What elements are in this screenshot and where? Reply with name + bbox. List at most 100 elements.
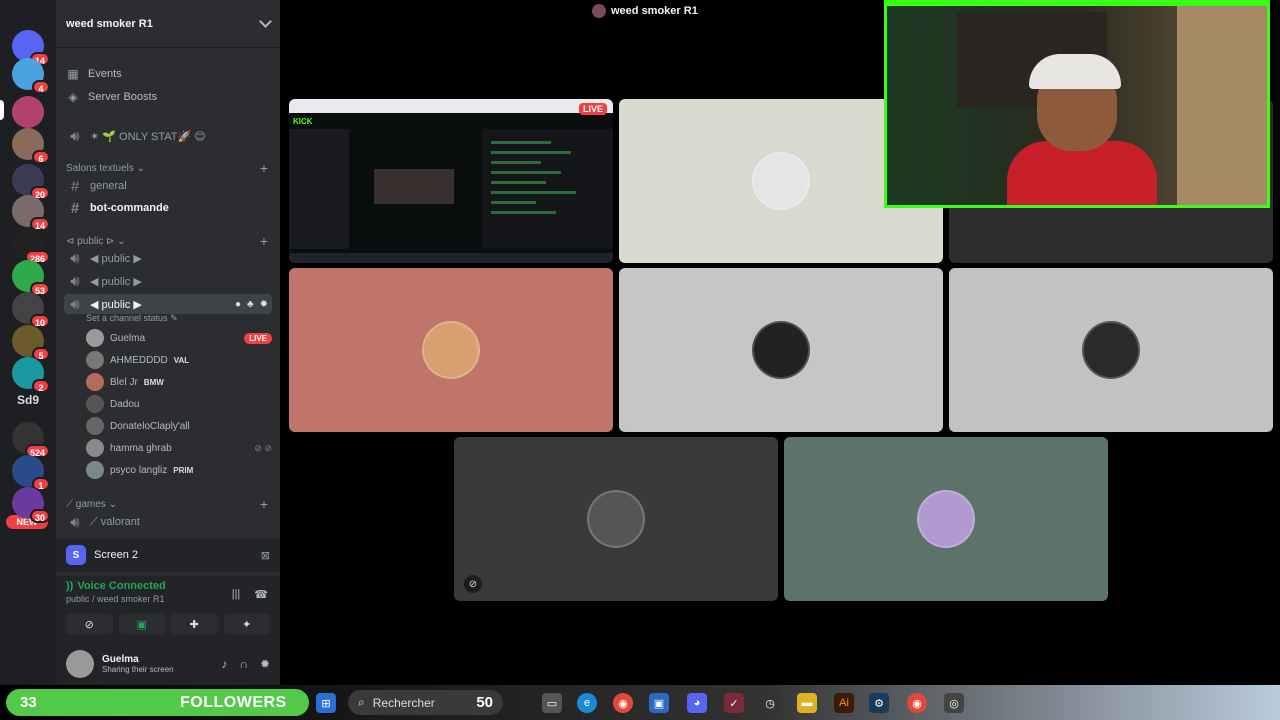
soundboard-button[interactable]: ✦ [223, 614, 270, 634]
gear-icon[interactable]: ✹ [260, 299, 268, 310]
server-icon[interactable]: 524 [12, 422, 50, 458]
server-rail: Sd9 NEW 14 4 6 20 14 286 53 10 5 2 524 1 30 [0, 0, 56, 685]
speaker-icon: 🔊︎ [70, 513, 80, 531]
voice-member[interactable]: DonateloClaply'all [86, 416, 272, 436]
headphones-icon[interactable]: ∩ [239, 657, 248, 671]
server-icon[interactable]: 14 [12, 195, 50, 231]
channel-only-stat[interactable]: 🔊︎ ✶ 🌱 ONLY STAT🚀 😊 [64, 126, 272, 146]
clock-icon[interactable]: ◷ [760, 693, 780, 713]
streamer-shirt [1007, 141, 1157, 205]
category-text[interactable]: Salons textuels ⌄ + [66, 160, 268, 176]
participant-avatar [752, 152, 810, 210]
screen-label: Screen 2 [94, 549, 139, 561]
server-icon[interactable]: 20 [12, 164, 50, 200]
server-icon[interactable]: 1 [12, 455, 50, 491]
curtain [1177, 6, 1267, 205]
member-tag: BMW [143, 377, 164, 387]
participant-tile[interactable]: ⊘ [454, 437, 778, 601]
voice-member[interactable]: Guelma LIVE [86, 328, 272, 348]
avatar [86, 461, 104, 479]
add-channel-icon[interactable]: + [260, 496, 268, 512]
discord-icon[interactable]: ◕ [687, 693, 707, 713]
server-icon[interactable]: 286 [12, 228, 50, 264]
voice-member[interactable]: hamma ghrab ⊘ ⊘ [86, 438, 272, 458]
participant-avatar [587, 490, 645, 548]
voice-member[interactable]: AHMEDDDD VAL [86, 350, 272, 370]
hash-icon: # [70, 199, 80, 217]
speaker-icon: 🔊︎ [70, 272, 80, 290]
screen-icon: S [66, 545, 86, 565]
live-badge: LIVE [244, 332, 272, 344]
signal-icon: )) [66, 580, 74, 592]
voice-channel-public-3[interactable]: 🔊︎ ◀ public ▶ ● ♣ ✹ [64, 294, 272, 314]
participant-tile[interactable] [289, 268, 613, 432]
windows-start-icon[interactable]: ⊞ [316, 693, 336, 713]
channel-general[interactable]: # general [64, 176, 272, 196]
taskbar-search[interactable]: ⌕ Rechercher 50 [348, 690, 503, 715]
steam-icon[interactable]: ⚙ [869, 693, 889, 713]
server-icon[interactable]: 53 [12, 260, 50, 296]
mention-badge: 6 [32, 150, 50, 164]
illustrator-icon[interactable]: Ai [834, 693, 854, 713]
avatar[interactable] [66, 649, 94, 678]
channel-status-hint[interactable]: Set a channel status ✎ [86, 313, 178, 324]
participant-tile[interactable] [784, 437, 1108, 601]
chat-icon[interactable]: ● [235, 299, 241, 310]
voice-member[interactable]: Blel Jr BMW [86, 372, 272, 392]
server-icon[interactable] [12, 96, 44, 128]
muted-deafened-icons: ⊘ ⊘ [254, 442, 272, 453]
camera-off-button[interactable]: ⊘ [66, 614, 113, 634]
app-icon[interactable]: ✓ [724, 693, 744, 713]
screen-share-tile[interactable]: KICK LIVE [289, 99, 613, 263]
discord-window: Sd9 NEW 14 4 6 20 14 286 53 10 5 2 524 1 30 weed smo… [0, 0, 1280, 720]
add-channel-icon[interactable]: + [260, 160, 268, 176]
followers-count: 33 [20, 694, 37, 711]
folder-icon[interactable]: ▬ [797, 693, 817, 713]
stage-title-text: weed smoker R1 [611, 5, 698, 17]
participant-tile[interactable] [619, 268, 943, 432]
server-icon[interactable]: 30 [12, 487, 50, 523]
category-public[interactable]: ⊲ public ⊳ ⌄ + [66, 233, 268, 249]
followers-label: FOLLOWERS [180, 693, 287, 711]
category-games[interactable]: ⟋ games ⌄ + [66, 496, 268, 512]
voice-channel-valorant[interactable]: 🔊︎ ⟋ valorant [64, 512, 272, 532]
channel-bot-commande[interactable]: # bot-commande [64, 198, 272, 218]
activity-button[interactable]: ✚ [171, 614, 218, 634]
stop-stream-icon[interactable]: ⊠ [261, 549, 270, 562]
noise-suppression-icon[interactable]: ||| [232, 588, 241, 601]
search-placeholder: Rechercher [372, 695, 435, 710]
channel-label: bot-commande [90, 202, 169, 214]
server-icon[interactable]: 2 [12, 357, 50, 393]
channel-label: valorant [100, 515, 140, 528]
guild-header[interactable]: weed smoker R1 [56, 0, 280, 48]
add-member-icon[interactable]: ♣ [247, 299, 254, 310]
chrome-icon[interactable]: ◉ [613, 693, 633, 713]
screen-share-button[interactable]: ▣ [118, 614, 165, 634]
chevron-down-icon [259, 15, 272, 28]
server-icon[interactable]: 5 [12, 325, 50, 361]
events-item[interactable]: ▦ Events [66, 67, 121, 81]
store-icon[interactable]: ▣ [649, 693, 669, 713]
participant-tile[interactable] [949, 268, 1273, 432]
eye-off-icon[interactable]: ⊘ [464, 575, 482, 593]
chrome-2-icon[interactable]: ◉ [907, 693, 927, 713]
server-boosts-item[interactable]: ◈ Server Boosts [66, 90, 157, 104]
avatar [86, 373, 104, 391]
server-icon[interactable]: 4 [12, 58, 50, 94]
voice-title[interactable]: Voice Connected [77, 580, 165, 592]
obs-icon[interactable]: ◎ [944, 693, 964, 713]
server-icon[interactable]: 6 [12, 128, 50, 164]
disconnect-icon[interactable]: ☎ [254, 588, 268, 601]
add-channel-icon[interactable]: + [260, 233, 268, 249]
voice-member[interactable]: Dadou [86, 394, 272, 414]
voice-channel-public-2[interactable]: 🔊︎ ◀ public ▶ [64, 271, 272, 291]
edge-icon[interactable]: e [577, 693, 597, 713]
microphone-icon[interactable]: ♪ [221, 657, 227, 671]
file-icon[interactable]: ▭ [542, 693, 562, 713]
voice-channel-public-1[interactable]: 🔊︎ ◀ public ▶ [64, 248, 272, 268]
member-name: Dadou [110, 398, 140, 410]
voice-member[interactable]: psyco langliz PRIM [86, 460, 272, 480]
settings-gear-icon[interactable]: ✹ [260, 657, 270, 671]
server-icon[interactable]: 10 [12, 292, 50, 328]
avatar [86, 395, 104, 413]
